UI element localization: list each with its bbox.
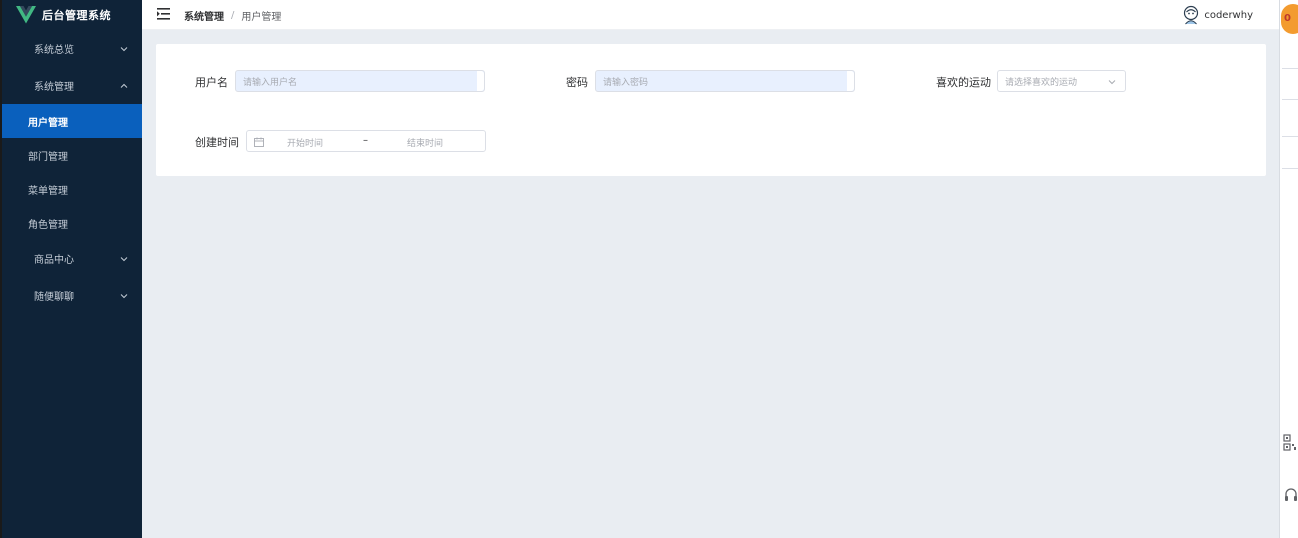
menu-group-label: 商品中心: [34, 255, 74, 266]
sidebar-item-label: 菜单管理: [28, 185, 68, 197]
chevron-down-icon: [120, 292, 128, 300]
breadcrumb-separator: /: [231, 10, 235, 21]
input-edge: [847, 71, 854, 91]
username-placeholder: 请输入用户名: [243, 77, 298, 88]
strip-divider: [1282, 99, 1298, 100]
strip-divider: [1282, 168, 1298, 169]
sidebar-item-user-management[interactable]: 用户管理: [2, 104, 142, 138]
chevron-down-icon: [120, 255, 128, 263]
sport-select[interactable]: 请选择喜欢的运动: [997, 70, 1126, 92]
sidebar-item-department-management[interactable]: 部门管理: [2, 138, 142, 172]
sidebar-item-label: 部门管理: [28, 151, 68, 163]
notification-badge-icon[interactable]: 0: [1281, 4, 1298, 34]
menu-group-overview[interactable]: 系统总览: [2, 30, 142, 67]
breadcrumb-item-user-management: 用户管理: [241, 12, 282, 23]
username: coderwhy: [1204, 9, 1253, 21]
chevron-up-icon: [120, 82, 128, 90]
create-time-label: 创建时间: [195, 136, 239, 149]
menu-fold-icon[interactable]: [157, 7, 171, 21]
menu-group-label: 系统管理: [34, 82, 74, 93]
strip-divider: [1282, 136, 1298, 137]
input-edge: [477, 71, 484, 91]
vue-logo-icon: [16, 6, 36, 24]
password-input[interactable]: 请输入密码: [595, 70, 855, 92]
sidebar-item-menu-management[interactable]: 菜单管理: [2, 172, 142, 206]
strip-divider: [1282, 68, 1298, 69]
avatar-icon: [1184, 5, 1199, 25]
badge-text: 0: [1284, 13, 1291, 24]
create-time-range-picker[interactable]: 开始时间 – 结束时间: [246, 130, 486, 152]
menu-group-label: 系统总览: [34, 45, 74, 56]
sidebar-item-label: 角色管理: [28, 219, 68, 231]
sidebar-item-label: 用户管理: [28, 117, 68, 129]
password-placeholder: 请输入密码: [603, 77, 649, 88]
range-separator: –: [363, 135, 368, 146]
chevron-down-icon: [1108, 80, 1116, 85]
username-label: 用户名: [195, 76, 228, 89]
top-header: 系统管理 / 用户管理 coderwhy: [142, 0, 1279, 30]
search-form-card: 用户名 请输入用户名 密码 请输入密码 喜欢的运动 请选择喜欢的运动 创建时间 …: [156, 44, 1266, 176]
browser-side-strip: 0: [1279, 0, 1298, 538]
sport-placeholder: 请选择喜欢的运动: [1005, 77, 1078, 88]
start-time-placeholder[interactable]: 开始时间: [287, 136, 323, 149]
breadcrumb: 系统管理 / 用户管理: [184, 8, 281, 23]
calendar-icon: [254, 137, 264, 147]
menu-group-chat[interactable]: 随便聊聊: [2, 277, 142, 314]
logo[interactable]: 后台管理系统: [2, 0, 142, 30]
breadcrumb-item-system-management[interactable]: 系统管理: [184, 8, 224, 23]
qr-code-icon[interactable]: [1283, 434, 1297, 454]
user-info[interactable]: coderwhy: [1182, 5, 1253, 25]
username-input[interactable]: 请输入用户名: [235, 70, 485, 92]
sidebar-item-role-management[interactable]: 角色管理: [2, 206, 142, 240]
menu-group-label: 随便聊聊: [34, 292, 74, 303]
headset-icon[interactable]: [1283, 486, 1298, 504]
app-title: 后台管理系统: [42, 9, 111, 22]
end-time-placeholder[interactable]: 结束时间: [407, 136, 443, 149]
menu-group-product-center[interactable]: 商品中心: [2, 240, 142, 277]
menu-group-system[interactable]: 系统管理: [2, 67, 142, 104]
password-label: 密码: [566, 76, 588, 89]
chevron-down-icon: [120, 45, 128, 53]
sport-label: 喜欢的运动: [936, 76, 991, 89]
sidebar: 后台管理系统 系统总览 系统管理 用户管理 部门管理 菜单管理 角色管理 商品中…: [2, 0, 142, 538]
